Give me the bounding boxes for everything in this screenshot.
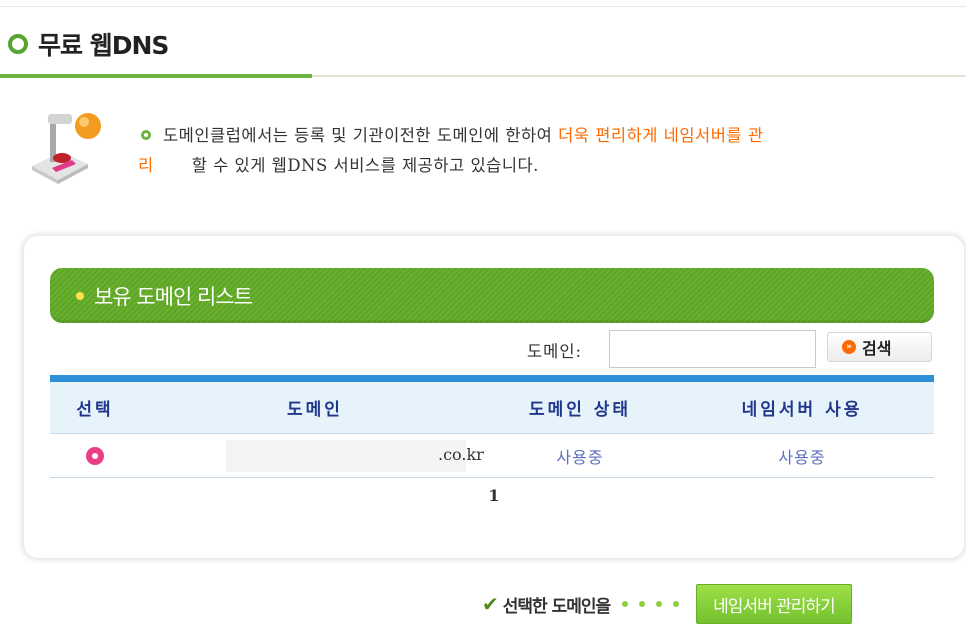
table-row: .co.kr 사용중 사용중 [50,434,934,478]
intro-description: 도메인클럽에서는 등록 및 기관이전한 도메인에 한하여 더욱 편리하게 네임서… [138,121,960,181]
search-button[interactable]: » 검색 [827,332,932,362]
table-header-row: 선택 도메인 도메인 상태 네임서버 사용 [50,378,934,434]
selected-domain-label: 선택한 도메인을 [502,596,611,617]
search-row: 도메인: » 검색 [24,330,964,370]
column-header-nameserver-use: 네임서버 사용 [670,378,934,434]
web-dns-illustration-icon [32,113,101,184]
header-underline-accent [0,74,312,78]
domain-cell: .co.kr [140,434,490,478]
domain-list-title: 보유 도메인 리스트 [94,285,253,309]
manage-nameserver-button[interactable]: 네임서버 관리하기 [696,584,852,624]
intro-highlight-1: 더욱 편리하게 네임서버를 관 [558,126,764,145]
domain-list-banner: 보유 도메인 리스트 [50,268,934,323]
select-cell [50,434,140,478]
domain-status-cell: 사용중 [490,434,670,478]
search-button-label: 검색 [862,339,892,358]
page-title-text: 무료 웹DNS [38,31,169,60]
intro-highlight-2: 리 [138,156,154,175]
domain-list-panel: 보유 도메인 리스트 도메인: » 검색 선택 도메인 도메인 상태 네임서버 … [24,236,964,558]
checkmark-icon: ✔ [482,592,499,616]
column-header-select: 선택 [50,378,140,434]
green-ring-bullet-icon [141,130,151,140]
orange-arrow-icon: » [842,340,856,354]
page-header: 무료 웹DNS [0,12,966,78]
domain-table: 선택 도메인 도메인 상태 네임서버 사용 .co.kr 사용중 사용중 [50,375,934,478]
domain-suffix: .co.kr [438,445,484,464]
circle-bullet-icon [8,34,28,54]
intro-text-part-2: 할 수 있게 웹DNS 서비스를 제공하고 있습니다. [191,156,539,175]
nameserver-use-cell: 사용중 [670,434,934,478]
column-header-domain-status: 도메인 상태 [490,378,670,434]
nameserver-use-value: 사용중 [778,447,826,467]
domain-status-value: 사용중 [556,447,604,467]
pagination: 1 [24,486,964,505]
yellow-dot-icon [76,292,84,300]
domain-select-radio[interactable] [86,447,104,466]
dotted-connector [622,601,690,607]
page-title: 무료 웹DNS [8,26,169,62]
page-number-1[interactable]: 1 [488,486,499,505]
redacted-domain-name [226,440,466,472]
top-divider [0,6,966,7]
action-row: ✔ 선택한 도메인을 네임서버 관리하기 [482,583,852,625]
search-label: 도메인: [527,342,583,361]
domain-search-input[interactable] [609,330,816,368]
column-header-domain: 도메인 [140,378,490,434]
intro-text-part-1: 도메인클럽에서는 등록 및 기관이전한 도메인에 한하여 [163,126,559,145]
